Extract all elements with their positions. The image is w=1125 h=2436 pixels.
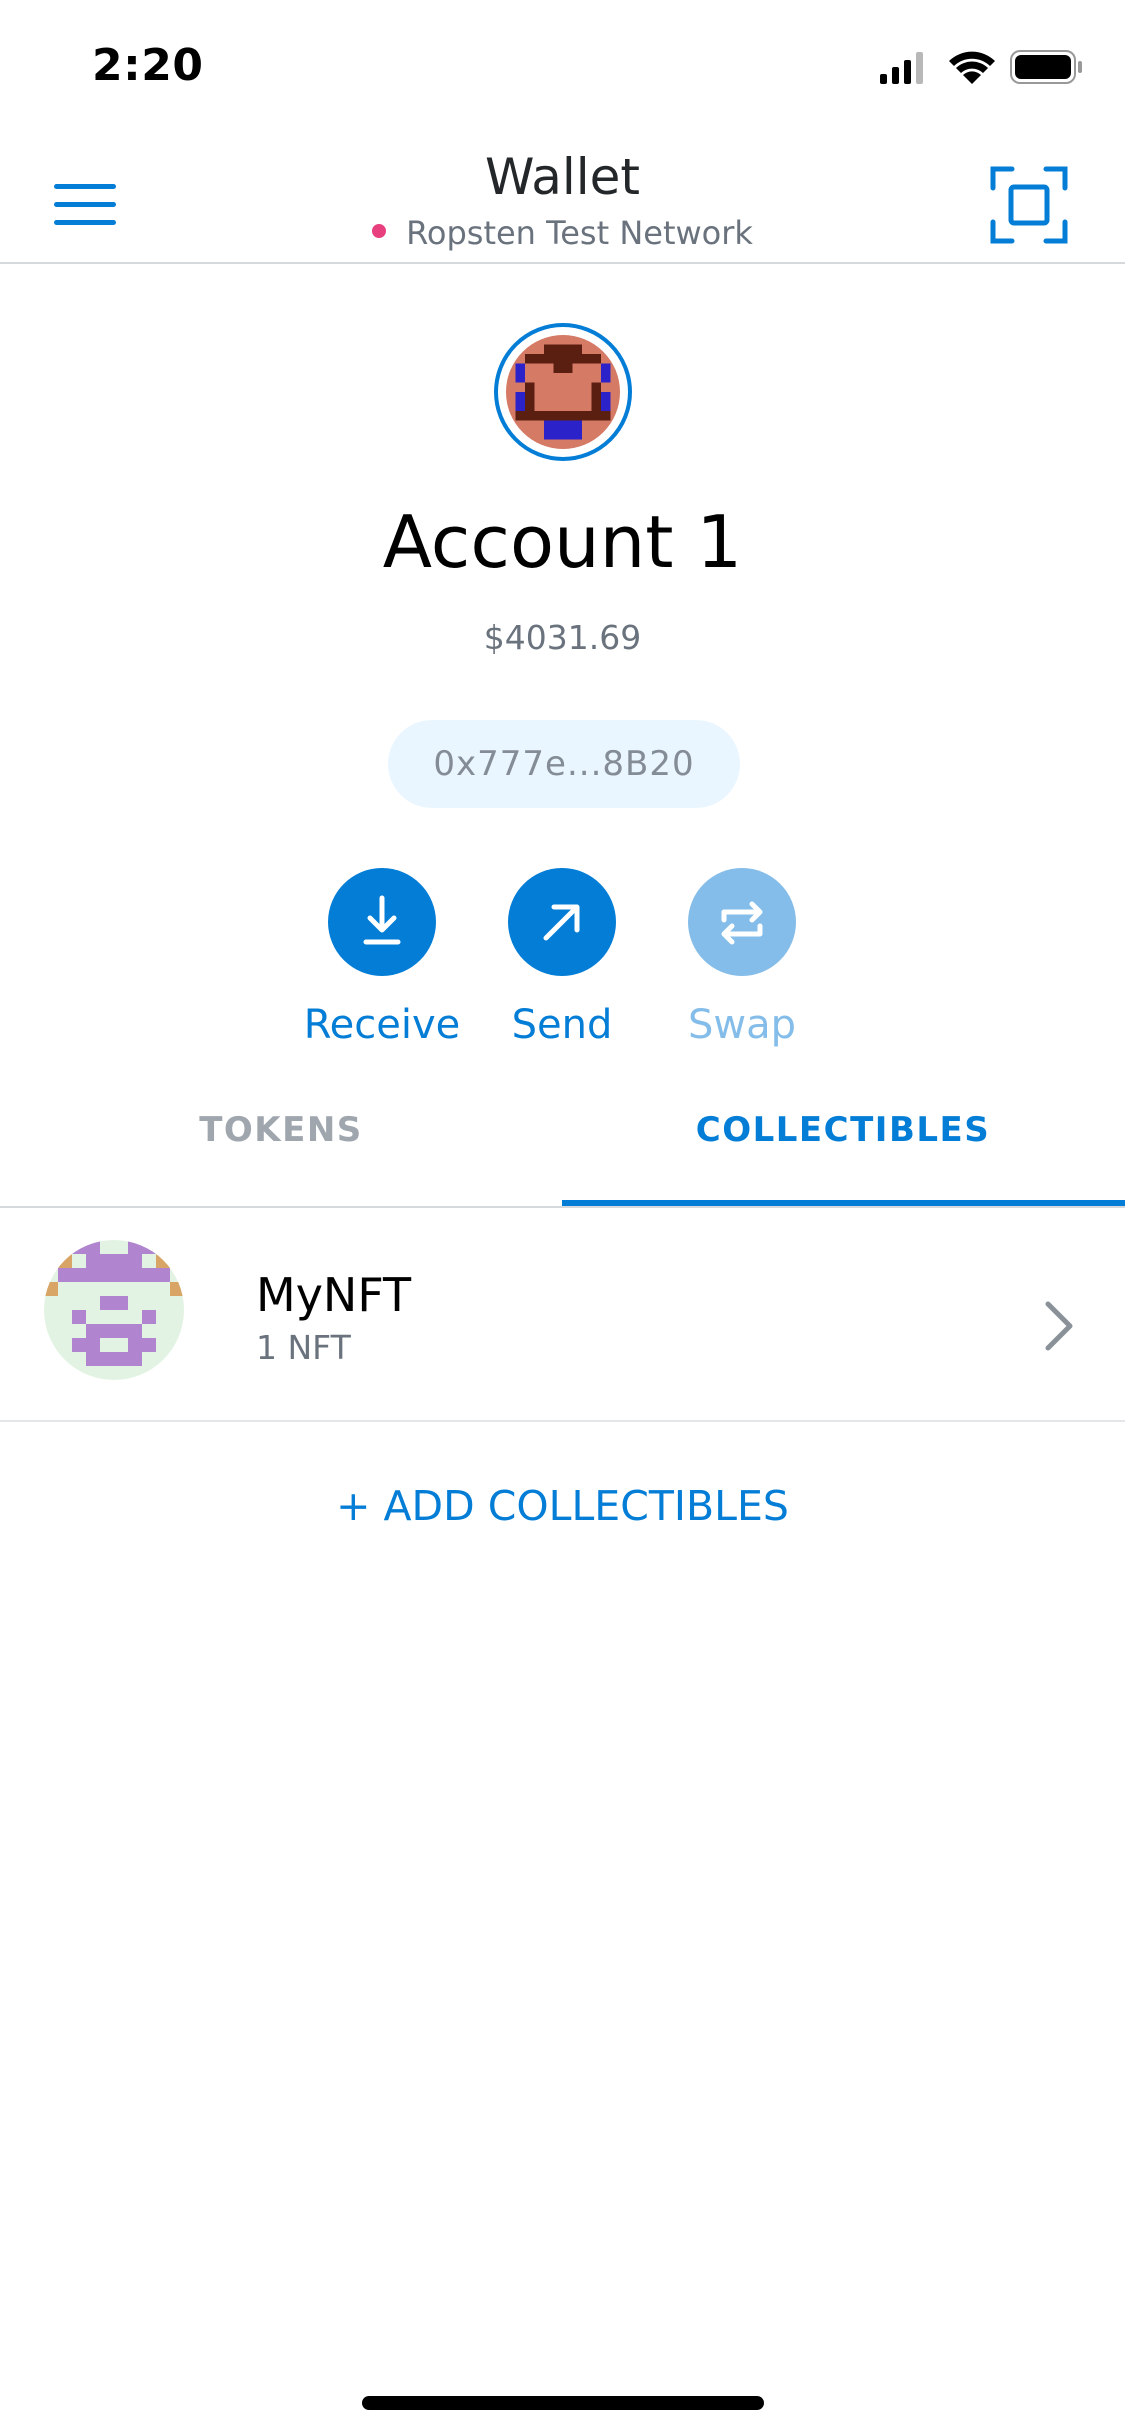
scan-icon[interactable] <box>990 166 1068 244</box>
account-name[interactable]: Account 1 <box>0 500 1125 584</box>
active-tab-indicator <box>562 1200 1125 1206</box>
chevron-right-icon[interactable] <box>1040 1298 1080 1354</box>
swap-label[interactable]: Swap <box>642 1002 842 1048</box>
signal-icon <box>880 52 923 84</box>
home-indicator[interactable] <box>362 2396 764 2410</box>
tab-collectibles[interactable]: COLLECTIBLES <box>562 1110 1124 1150</box>
add-collectibles-button[interactable]: + ADD COLLECTIBLES <box>0 1482 1125 1530</box>
arrow-up-right-icon <box>543 904 580 941</box>
battery-icon <box>1010 50 1082 84</box>
collectible-name: MyNFT <box>256 1268 412 1322</box>
receive-label[interactable]: Receive <box>282 1002 482 1048</box>
page-title: Wallet <box>484 148 641 206</box>
status-icons <box>880 50 1082 84</box>
tab-divider <box>0 1206 1125 1208</box>
account-balance: $4031.69 <box>483 618 642 657</box>
collectible-thumbnail <box>44 1240 184 1380</box>
network-indicator[interactable]: Ropsten Test Network <box>0 214 1125 252</box>
network-name: Ropsten Test Network <box>406 214 753 252</box>
download-icon <box>363 895 401 945</box>
swap-button[interactable] <box>688 868 796 976</box>
row-divider <box>0 1420 1125 1422</box>
network-dot <box>372 224 387 238</box>
send-label[interactable]: Send <box>462 1002 662 1048</box>
wifi-icon <box>949 51 995 84</box>
identicon-image <box>506 335 620 449</box>
tab-tokens[interactable]: TOKENS <box>0 1110 562 1150</box>
header-divider <box>0 262 1125 264</box>
nft-image <box>44 1240 184 1380</box>
swap-icon <box>721 901 763 945</box>
receive-button[interactable] <box>328 868 436 976</box>
collectible-count: 1 NFT <box>256 1328 351 1367</box>
send-button[interactable] <box>508 868 616 976</box>
account-avatar[interactable] <box>494 323 632 461</box>
status-time: 2:20 <box>92 40 204 91</box>
address-pill[interactable]: 0x777e...8B20 <box>388 720 740 808</box>
